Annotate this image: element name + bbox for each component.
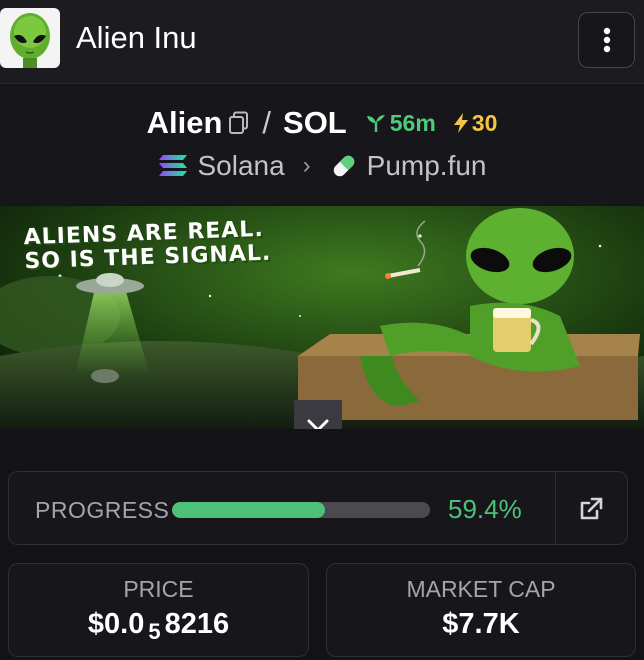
seedling-icon: [366, 115, 385, 132]
progress-divider: [555, 472, 556, 544]
pair-separator: /: [262, 105, 272, 140]
token-logo: [0, 8, 60, 68]
market-cap-label: MARKET CAP: [406, 576, 556, 602]
banner-headline: ALIENS ARE REAL. SO IS THE SIGNAL.: [23, 217, 271, 274]
progress-label: PROGRESS: [35, 497, 170, 523]
price-zero-count: 5: [148, 619, 161, 644]
chevron-right-icon: ›: [302, 152, 311, 179]
dex-name[interactable]: Pump.fun: [367, 150, 487, 182]
token-info-panel: Alien / SOL 56m 30 Solana › Pump.fun: [0, 85, 644, 205]
alien-head-icon: [10, 13, 50, 68]
progress-bar: [172, 502, 430, 518]
token-stats: PROGRESS 59.4% PRICE $0.0 5 8216 MARKET CA…: [0, 429, 644, 660]
progress-value: 59.4%: [448, 494, 522, 524]
price-label: PRICE: [123, 576, 194, 602]
progress-bar-fill: [172, 502, 326, 518]
price-prefix: $0.0: [87, 608, 145, 640]
boost-count: 30: [471, 109, 498, 136]
pair-row: Alien / SOL 56m 30: [0, 103, 644, 143]
solana-icon: [159, 155, 188, 176]
market-cap-value: $7.7K: [442, 608, 520, 640]
pair-age-text: 56m: [389, 109, 436, 136]
boost-badge[interactable]: 30: [452, 109, 498, 137]
app-title: Alien Inu: [76, 20, 197, 55]
quote-token-symbol: SOL: [283, 105, 347, 140]
pill-icon: [333, 155, 354, 177]
base-token-symbol: Alien: [146, 105, 223, 140]
pair-age-badge: 56m: [365, 110, 436, 137]
vertical-dots-icon: [603, 27, 610, 53]
price-card: PRICE $0.0 5 8216: [8, 563, 309, 657]
market-cap-card: MARKET CAP $7.7K: [326, 563, 636, 657]
more-options-button[interactable]: [578, 12, 635, 68]
chain-row: Solana › Pump.fun: [0, 148, 644, 184]
progress-card: PROGRESS 59.4%: [8, 471, 628, 545]
copy-icon[interactable]: [228, 111, 250, 135]
external-link-icon[interactable]: [578, 496, 604, 522]
price-value: $0.0 5 8216: [9, 608, 308, 645]
price-digits: 8216: [164, 608, 230, 640]
lightning-icon: [453, 113, 468, 133]
token-banner-image: ALIENS ARE REAL. SO IS THE SIGNAL.: [0, 206, 644, 428]
app-header: Alien Inu: [0, 0, 644, 84]
chain-name[interactable]: Solana: [197, 150, 284, 182]
